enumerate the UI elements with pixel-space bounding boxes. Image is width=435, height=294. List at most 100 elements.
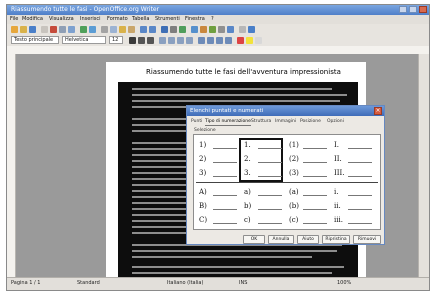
tab-tipo-numerazione[interactable]: Tipo di numerazione xyxy=(205,119,251,126)
menu-formato[interactable]: Formato xyxy=(107,16,128,23)
menu-strumenti[interactable]: Strumenti xyxy=(155,16,180,23)
zoom-icon[interactable] xyxy=(239,26,246,33)
numbering-option[interactable]: (a) xyxy=(286,185,330,199)
font-name-select[interactable]: Helvetica xyxy=(62,36,106,44)
font-color-icon[interactable] xyxy=(237,37,244,44)
ok-button[interactable]: OK xyxy=(243,235,265,244)
numbering-option[interactable]: (b) xyxy=(286,199,330,213)
numbering-option[interactable]: (2) xyxy=(286,152,330,166)
bold-icon[interactable] xyxy=(129,37,136,44)
numbering-option[interactable]: 1. xyxy=(241,138,285,152)
new-icon[interactable] xyxy=(11,26,18,33)
numbering-option[interactable]: c) xyxy=(241,213,285,227)
numbering-option[interactable]: (3) xyxy=(286,166,330,180)
email-icon[interactable] xyxy=(41,26,48,33)
numbering-icon[interactable] xyxy=(198,37,205,44)
open-icon[interactable] xyxy=(20,26,27,33)
numbering-option[interactable]: 2. xyxy=(241,152,285,166)
menu-finestra[interactable]: Finestra xyxy=(185,16,205,23)
numbering-option[interactable]: ii. xyxy=(331,199,375,213)
numbering-option[interactable]: b) xyxy=(241,199,285,213)
reset-button[interactable]: Ripristina xyxy=(322,235,350,244)
justify-icon[interactable] xyxy=(186,37,193,44)
remove-button[interactable]: Rimuovi xyxy=(353,235,381,244)
tab-immagini[interactable]: Immagini xyxy=(275,119,296,125)
numbering-option[interactable]: iii. xyxy=(331,213,375,227)
italic-icon[interactable] xyxy=(138,37,145,44)
menu-inserisci[interactable]: Inserisci xyxy=(80,16,101,23)
numbering-option-line xyxy=(213,209,237,210)
help-icon[interactable] xyxy=(248,26,255,33)
numbering-option-line xyxy=(348,176,372,177)
nonprinting-chars-icon[interactable] xyxy=(227,26,234,33)
status-zoom[interactable]: 100% xyxy=(337,280,351,287)
format-paintbrush-icon[interactable] xyxy=(128,26,135,33)
minimize-button[interactable] xyxy=(399,6,407,13)
gallery-icon[interactable] xyxy=(209,26,216,33)
table-icon[interactable] xyxy=(170,26,177,33)
dialog-close-icon[interactable]: × xyxy=(374,107,382,115)
tab-posizione[interactable]: Posizione xyxy=(300,119,321,125)
cancel-button[interactable]: Annulla xyxy=(268,235,294,244)
menu-help[interactable]: ? xyxy=(211,16,214,23)
numbering-option[interactable]: 1) xyxy=(196,138,240,152)
help-button[interactable]: Aiuto xyxy=(297,235,319,244)
tab-struttura[interactable]: Struttura xyxy=(251,119,271,125)
numbering-option[interactable]: i. xyxy=(331,185,375,199)
vertical-scrollbar[interactable] xyxy=(418,54,429,280)
vertical-ruler[interactable] xyxy=(7,54,16,280)
tab-punti[interactable]: Punti xyxy=(191,119,202,125)
spellcheck-icon[interactable] xyxy=(80,26,87,33)
numbering-option-label: I. xyxy=(334,141,339,149)
align-center-icon[interactable] xyxy=(168,37,175,44)
autospell-icon[interactable] xyxy=(89,26,96,33)
decrease-indent-icon[interactable] xyxy=(216,37,223,44)
font-size-select[interactable]: 12 xyxy=(109,36,123,44)
navigator-icon[interactable] xyxy=(200,26,207,33)
background-color-icon[interactable] xyxy=(255,37,262,44)
cut-icon[interactable] xyxy=(101,26,108,33)
save-icon[interactable] xyxy=(29,26,36,33)
numbering-option[interactable]: 2) xyxy=(196,152,240,166)
numbering-option[interactable]: a) xyxy=(241,185,285,199)
paragraph-style-select[interactable]: Testo principale xyxy=(11,36,59,44)
menu-visualizza[interactable]: Visualizza xyxy=(49,16,74,23)
pdf-icon[interactable] xyxy=(50,26,57,33)
numbering-option[interactable]: B) xyxy=(196,199,240,213)
numbering-option[interactable]: A) xyxy=(196,185,240,199)
numbering-option[interactable]: 3. xyxy=(241,166,285,180)
undo-icon[interactable] xyxy=(140,26,147,33)
menu-file[interactable]: File xyxy=(10,16,18,23)
tab-opzioni[interactable]: Opzioni xyxy=(327,119,344,125)
paste-icon[interactable] xyxy=(119,26,126,33)
copy-icon[interactable] xyxy=(110,26,117,33)
numbering-option[interactable]: I. xyxy=(331,138,375,152)
menu-tabella[interactable]: Tabella xyxy=(132,16,149,23)
numbering-option-line xyxy=(213,176,237,177)
numbering-option-label: 3. xyxy=(244,169,251,177)
redo-icon[interactable] xyxy=(149,26,156,33)
preview-icon[interactable] xyxy=(68,26,75,33)
maximize-button[interactable] xyxy=(409,6,417,13)
numbering-option[interactable]: (c) xyxy=(286,213,330,227)
bullets-icon[interactable] xyxy=(207,37,214,44)
numbering-option[interactable]: II. xyxy=(331,152,375,166)
print-icon[interactable] xyxy=(59,26,66,33)
status-bar: Pagina 1 / 1 Standard Italiano (Italia) … xyxy=(7,277,429,290)
align-right-icon[interactable] xyxy=(177,37,184,44)
find-icon[interactable] xyxy=(191,26,198,33)
numbering-option[interactable]: (1) xyxy=(286,138,330,152)
close-button[interactable] xyxy=(419,6,427,13)
numbering-option[interactable]: 3) xyxy=(196,166,240,180)
datasource-icon[interactable] xyxy=(218,26,225,33)
hyperlink-icon[interactable] xyxy=(161,26,168,33)
draw-icon[interactable] xyxy=(179,26,186,33)
highlight-icon[interactable] xyxy=(246,37,253,44)
numbering-option-label: II. xyxy=(334,155,342,163)
align-left-icon[interactable] xyxy=(159,37,166,44)
underline-icon[interactable] xyxy=(147,37,154,44)
numbering-option[interactable]: III. xyxy=(331,166,375,180)
increase-indent-icon[interactable] xyxy=(225,37,232,44)
menu-modifica[interactable]: Modifica xyxy=(22,16,43,23)
numbering-option[interactable]: C) xyxy=(196,213,240,227)
